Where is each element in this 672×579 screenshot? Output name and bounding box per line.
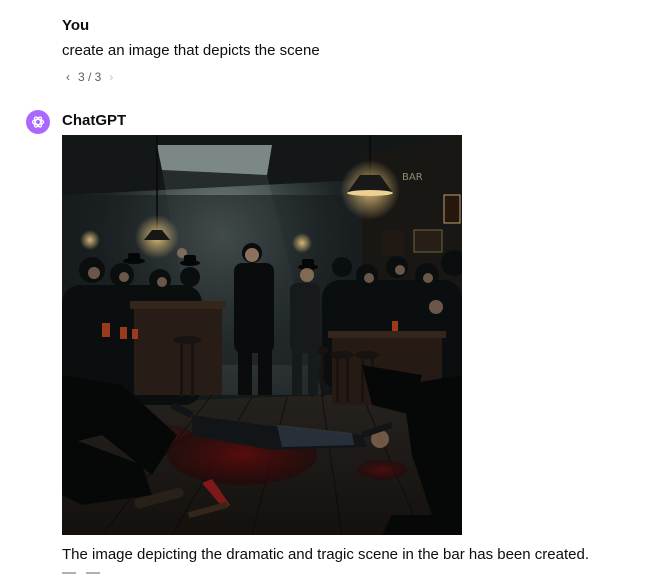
user-author-label: You [62,17,90,34]
pager-label: 3 / 3 [78,70,102,84]
chevron-right-icon[interactable]: › [105,70,117,84]
regenerate-icon[interactable] [86,572,100,579]
assistant-author-label: ChatGPT [62,112,127,129]
response-pager: ‹ 3 / 3 › [62,70,117,84]
chat-page: You create an image that depicts the sce… [0,0,672,579]
user-message-text: create an image that depicts the scene [62,42,320,59]
chevron-left-icon[interactable]: ‹ [62,70,74,84]
user-message: You create an image that depicts the sce… [62,16,642,62]
assistant-message-text: The image depicting the dramatic and tra… [62,546,589,563]
openai-logo-icon [26,110,50,134]
generated-image[interactable]: BAR [62,135,462,535]
message-actions [62,572,100,579]
copy-icon[interactable] [62,572,76,579]
